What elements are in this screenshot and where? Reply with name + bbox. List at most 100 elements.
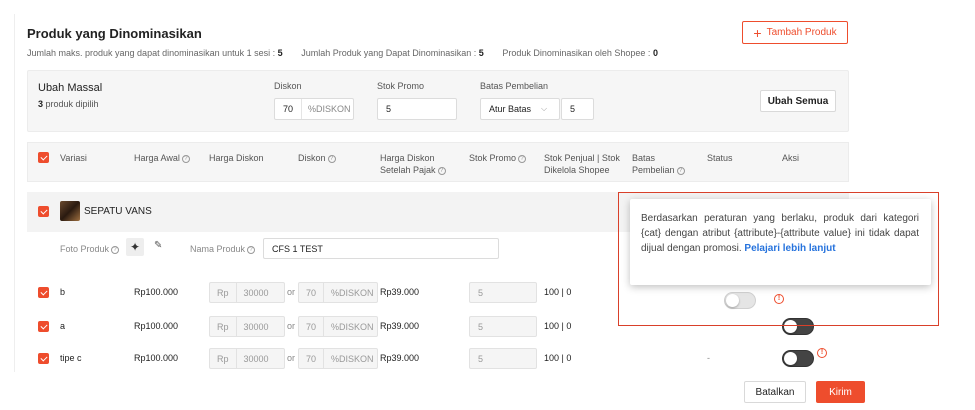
header-promo-stock-label: Stok Promo [469, 153, 517, 163]
currency-prefix: Rp [217, 353, 229, 364]
promo-stock-value: 5 [478, 353, 484, 364]
currency-prefix: Rp [217, 321, 229, 332]
select-all-checkbox[interactable] [38, 152, 49, 163]
original-price: Rp100.000 [134, 353, 179, 363]
discount-price-input[interactable]: Rp 30000 [209, 348, 285, 369]
product-checkbox[interactable] [38, 206, 49, 217]
edit-pencil-icon[interactable]: ✎ [154, 240, 162, 251]
promo-stock-value: 5 [478, 287, 484, 298]
header-action: Aksi [782, 153, 800, 163]
discount-unit: %DISKON [323, 317, 381, 336]
discount-value: 70 [306, 353, 317, 364]
variant-toggle-disabled[interactable] [724, 292, 756, 309]
help-icon[interactable]: ? [437, 166, 446, 175]
or-label: or [287, 287, 296, 297]
promo-stock-value: 5 [478, 321, 484, 332]
promo-stock-input[interactable]: 5 [469, 316, 537, 337]
or-label: or [287, 321, 296, 331]
cancel-button[interactable]: Batalkan [744, 381, 806, 403]
product-name-input[interactable]: CFS 1 TEST [263, 238, 499, 259]
add-product-button[interactable]: + Tambah Produk [742, 21, 848, 44]
discount-price-input[interactable]: Rp 30000 [209, 282, 285, 303]
summary-label-shopee: Produk Dinominasikan oleh Shopee : [502, 48, 651, 58]
header-seller-stock-line1: Stok Penjual | Stok [544, 153, 620, 163]
summary-label-available: Jumlah Produk yang Dapat Dinominasikan : [301, 48, 477, 58]
variant-checkbox[interactable] [38, 353, 49, 364]
product-photo-label: Foto Produk [60, 244, 110, 254]
mass-discount-value: 70 [283, 104, 294, 114]
header-discount: Diskon? [298, 152, 336, 164]
header-limit: Batas Pembelian? [632, 152, 685, 176]
promo-stock-input[interactable]: 5 [469, 348, 537, 369]
discount-price-value: 30000 [235, 317, 276, 336]
help-icon[interactable]: ? [518, 154, 527, 163]
header-limit-line1: Batas [632, 153, 656, 163]
after-tax-price: Rp39.000 [380, 321, 420, 331]
selected-count-label: produk dipilih [45, 99, 99, 109]
selected-count: 3 produk dipilih [38, 99, 99, 109]
help-icon[interactable]: ? [327, 154, 336, 163]
mass-limit-label: Batas Pembelian [480, 81, 549, 91]
discount-price-value: 30000 [235, 349, 276, 368]
discount-unit: %DISKON [323, 349, 381, 368]
currency-prefix: Rp [217, 287, 229, 298]
variant-status: - [707, 353, 710, 363]
summary-value-available: 5 [478, 48, 484, 58]
header-after-tax: Harga Diskon Setelah Pajak? [380, 152, 446, 176]
mass-discount-input[interactable]: 70 %DISKON [274, 98, 354, 120]
product-photo-thumbnail[interactable]: ✦ [126, 238, 144, 256]
discount-percent-input[interactable]: 70 %DISKON [298, 348, 378, 369]
plus-icon: + [753, 24, 762, 41]
section-title: Produk yang Dinominasikan [27, 26, 202, 41]
discount-unit: %DISKON [323, 283, 381, 302]
variant-name: tipe c [60, 353, 82, 363]
header-seller-stock-line2: Dikelola Shopee [544, 165, 610, 175]
discount-percent-input[interactable]: 70 %DISKON [298, 282, 378, 303]
limit-type-value: Atur Batas [489, 104, 532, 114]
product-name-label: Nama Produk [190, 244, 246, 254]
discount-price-input[interactable]: Rp 30000 [209, 316, 285, 337]
summary-label-max: Jumlah maks. produk yang dapat dinominas… [27, 48, 276, 58]
warning-icon[interactable]: ! [774, 294, 784, 304]
mass-limit-input[interactable]: 5 [561, 98, 594, 120]
header-after-tax-line1: Harga Diskon [380, 153, 435, 163]
header-after-tax-line2: Setelah Pajak [380, 165, 436, 175]
warning-icon[interactable]: ! [817, 348, 827, 358]
header-seller-stock: Stok Penjual | Stok Dikelola Shopee [544, 152, 620, 176]
header-status: Status [707, 153, 733, 163]
discount-percent-input[interactable]: 70 %DISKON [298, 316, 378, 337]
original-price: Rp100.000 [134, 287, 179, 297]
product-name-input-value: CFS 1 TEST [272, 243, 323, 254]
help-icon[interactable]: ? [676, 166, 685, 175]
header-promo-stock: Stok Promo? [469, 152, 527, 164]
seller-stock: 100 | 0 [544, 321, 572, 331]
original-price: Rp100.000 [134, 321, 179, 331]
learn-more-link[interactable]: Pelajari lebih lanjut [744, 243, 835, 254]
chevron-down-icon: ⌵ [541, 104, 548, 113]
apply-all-button[interactable]: Ubah Semua [760, 90, 836, 112]
variant-checkbox[interactable] [38, 321, 49, 332]
table-row: tipe c Rp100.000 Rp 30000 or 70 %DISKON Rp… [0, 348, 975, 372]
variant-name: b [60, 287, 66, 297]
submit-button[interactable]: Kirim [816, 381, 865, 403]
promotion-restriction-tooltip: Berdasarkan peraturan yang berlaku, prod… [630, 199, 931, 285]
header-original-price-label: Harga Awal [134, 153, 180, 163]
mass-stock-input[interactable]: 5 [377, 98, 457, 120]
add-product-label: Tambah Produk [766, 27, 837, 38]
discount-value: 70 [306, 321, 317, 332]
promo-stock-input[interactable]: 5 [469, 282, 537, 303]
product-name: SEPATU VANS [84, 206, 152, 217]
variant-checkbox[interactable] [38, 287, 49, 298]
mass-discount-unit: %DISKON [301, 99, 351, 119]
discount-price-value: 30000 [235, 283, 276, 302]
help-icon[interactable]: ? [247, 245, 256, 254]
mass-stock-label: Stok Promo [377, 81, 425, 91]
summary-value-shopee: 0 [652, 48, 658, 58]
header-limit-line2: Pembelian [632, 165, 675, 175]
nomination-summary: Jumlah maks. produk yang dapat dinominas… [27, 48, 674, 58]
help-icon[interactable]: ? [111, 245, 120, 254]
limit-type-select[interactable]: Atur Batas ⌵ [480, 98, 560, 120]
variant-toggle[interactable] [782, 350, 814, 367]
help-icon[interactable]: ? [181, 154, 190, 163]
product-thumbnail [60, 201, 80, 221]
